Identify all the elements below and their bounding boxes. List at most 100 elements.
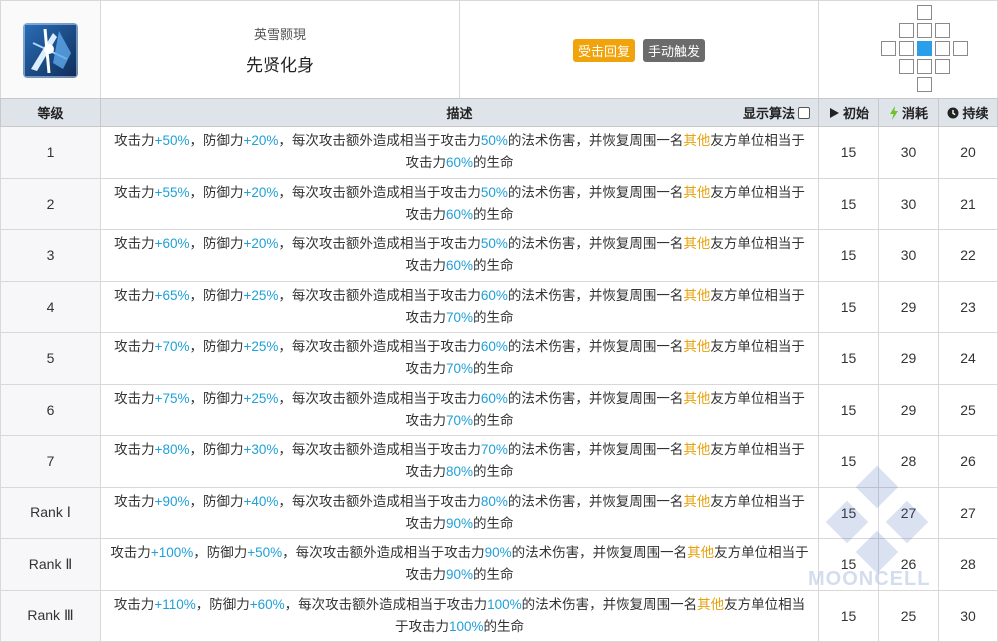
desc-sep: ，	[195, 596, 210, 612]
row-level: 6	[0, 384, 101, 435]
table-row: 5 攻击力+70%，防御力+25%，每次攻击额外造成相当于攻击力60%的法术伤害，…	[0, 333, 998, 385]
desc-def-value: +60%	[249, 596, 285, 612]
range-cell	[899, 59, 914, 74]
row-initial: 15	[819, 127, 879, 178]
desc-sep: ，	[189, 390, 203, 406]
desc-atk-label: 攻击力	[114, 236, 155, 252]
desc-text: 的生命	[473, 309, 514, 325]
header-initial: 初始	[819, 99, 879, 126]
desc-text: ，每次攻击额外造成相当于攻击力	[278, 287, 481, 303]
range-cell	[917, 5, 932, 20]
desc-sep: ，	[189, 287, 203, 303]
row-initial: 15	[819, 384, 879, 435]
desc-atk-label: 攻击力	[114, 390, 155, 406]
row-cost: 28	[879, 436, 939, 487]
row-description: 攻击力+110%，防御力+60%，每次攻击额外造成相当于攻击力100%的法术伤害…	[101, 590, 819, 641]
desc-dmg-value: 60%	[480, 339, 508, 355]
desc-def-label: 防御力	[202, 184, 244, 200]
desc-def-value: +30%	[243, 442, 279, 458]
row-description: 攻击力+70%，防御力+25%，每次攻击额外造成相当于攻击力60%的法术伤害，并…	[101, 333, 819, 384]
desc-atk-value: +100%	[150, 545, 194, 561]
desc-keyword: 其他	[683, 184, 711, 200]
desc-keyword: 其他	[683, 390, 711, 406]
desc-def-value: +20%	[243, 133, 279, 149]
row-duration: 21	[939, 178, 998, 229]
tag-trigger-type: 手动触发	[643, 38, 706, 62]
desc-heal-value: 60%	[445, 258, 474, 274]
desc-text: 的生命	[473, 258, 514, 274]
table-header: 等级 描述 显示算法 初始 消耗 持续	[0, 98, 998, 127]
row-initial: 15	[819, 281, 879, 332]
row-duration: 24	[939, 333, 998, 384]
desc-text: ，每次攻击额外造成相当于攻击力	[278, 390, 481, 406]
desc-text: 的法术伤害，并恢复周围一名	[521, 596, 698, 612]
desc-def-value: +20%	[243, 236, 279, 252]
desc-text: ，每次攻击额外造成相当于攻击力	[278, 339, 481, 355]
desc-dmg-value: 60%	[480, 390, 508, 406]
desc-heal-value: 70%	[445, 309, 474, 325]
desc-def-value: +25%	[243, 390, 279, 406]
desc-text: ，每次攻击额外造成相当于攻击力	[284, 596, 488, 612]
desc-heal-value: 70%	[445, 361, 474, 377]
header-description-label: 描述	[446, 106, 473, 121]
show-algorithm-checkbox[interactable]	[798, 106, 810, 119]
desc-dmg-value: 70%	[480, 442, 508, 458]
desc-dmg-value: 90%	[484, 545, 512, 561]
range-cell	[935, 23, 950, 38]
desc-def-value: +20%	[243, 184, 279, 200]
row-level: Rank Ⅱ	[0, 539, 101, 590]
row-level: Rank Ⅲ	[0, 590, 101, 641]
row-level: Rank Ⅰ	[0, 487, 101, 538]
desc-def-value: +25%	[243, 339, 279, 355]
header-cost: 消耗	[879, 99, 939, 126]
desc-keyword: 其他	[683, 493, 711, 509]
row-description: 攻击力+75%，防御力+25%，每次攻击额外造成相当于攻击力60%的法术伤害，并…	[101, 384, 819, 435]
table-row: 7 攻击力+80%，防御力+30%，每次攻击额外造成相当于攻击力70%的法术伤害，…	[0, 436, 998, 488]
tag-recovery-type: 受击回复	[572, 38, 635, 62]
desc-atk-label: 攻击力	[114, 287, 155, 303]
desc-text: 的生命	[473, 412, 514, 428]
play-icon	[829, 107, 839, 118]
desc-atk-value: +50%	[154, 133, 190, 149]
desc-heal-value: 100%	[448, 618, 484, 634]
row-description: 攻击力+80%，防御力+30%，每次攻击额外造成相当于攻击力70%的法术伤害，并…	[101, 436, 819, 487]
desc-atk-label: 攻击力	[110, 545, 151, 561]
table-row: Rank Ⅰ 攻击力+90%，防御力+40%，每次攻击额外造成相当于攻击力80%的…	[0, 487, 998, 539]
desc-text: 的法术伤害，并恢复周围一名	[507, 236, 684, 252]
show-algorithm-toggle[interactable]: 显示算法	[743, 99, 810, 126]
row-duration: 20	[939, 127, 998, 178]
table-row: Rank Ⅲ 攻击力+110%，防御力+60%，每次攻击额外造成相当于攻击力100…	[0, 590, 998, 642]
desc-def-label: 防御力	[202, 133, 244, 149]
range-cell	[881, 41, 896, 56]
row-cost: 27	[879, 487, 939, 538]
range-cell	[917, 59, 932, 74]
row-cost: 30	[879, 127, 939, 178]
desc-dmg-value: 50%	[480, 133, 508, 149]
desc-text: ，每次攻击额外造成相当于攻击力	[278, 236, 481, 252]
desc-text: 的法术伤害，并恢复周围一名	[507, 390, 684, 406]
row-initial: 15	[819, 230, 879, 281]
desc-text: 的生命	[473, 155, 514, 171]
row-description: 攻击力+55%，防御力+20%，每次攻击额外造成相当于攻击力50%的法术伤害，并…	[101, 178, 819, 229]
range-cell	[935, 59, 950, 74]
desc-keyword: 其他	[683, 442, 711, 458]
desc-heal-value: 90%	[445, 567, 474, 583]
desc-keyword: 其他	[683, 287, 711, 303]
header-description: 描述 显示算法	[101, 99, 819, 126]
desc-dmg-value: 80%	[480, 493, 508, 509]
row-level: 1	[0, 127, 101, 178]
row-level: 7	[0, 436, 101, 487]
row-level: 5	[0, 333, 101, 384]
desc-heal-value: 60%	[445, 206, 474, 222]
row-level: 3	[0, 230, 101, 281]
row-cost: 29	[879, 281, 939, 332]
range-cell	[935, 41, 950, 56]
desc-atk-label: 攻击力	[114, 442, 155, 458]
desc-keyword: 其他	[683, 133, 711, 149]
desc-text: ，每次攻击额外造成相当于攻击力	[282, 545, 485, 561]
desc-atk-value: +90%	[154, 493, 190, 509]
desc-sep: ，	[189, 133, 203, 149]
row-duration: 22	[939, 230, 998, 281]
desc-text: 的法术伤害，并恢复周围一名	[507, 287, 684, 303]
desc-text: 的法术伤害，并恢复周围一名	[507, 184, 684, 200]
